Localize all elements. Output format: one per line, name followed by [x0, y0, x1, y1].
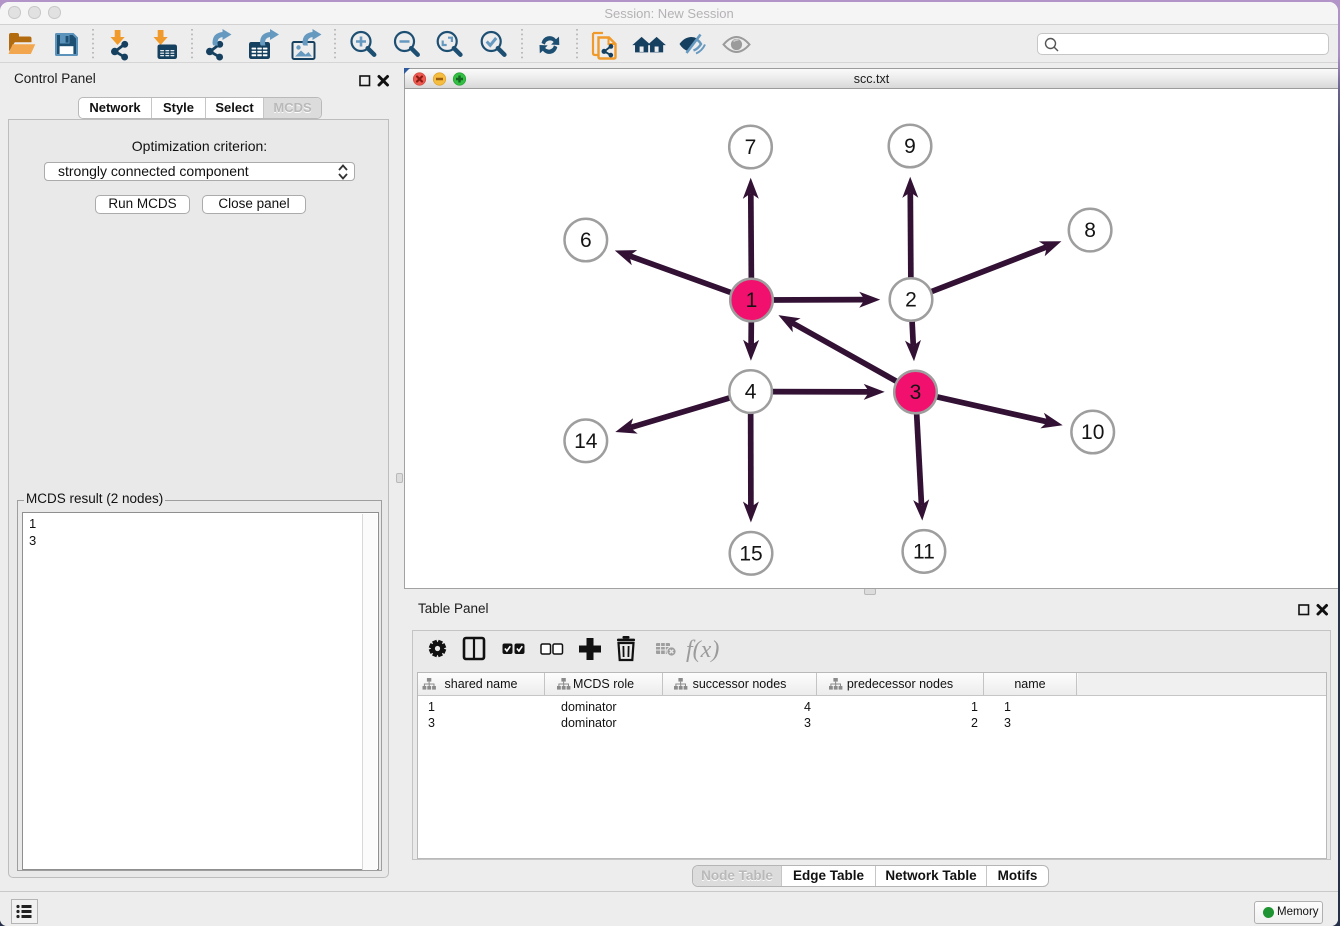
svg-text:10: 10	[1081, 421, 1104, 444]
svg-text:6: 6	[580, 229, 592, 252]
svg-text:9: 9	[904, 135, 916, 158]
svg-text:11: 11	[913, 540, 935, 563]
svg-text:7: 7	[745, 136, 757, 159]
svg-text:15: 15	[739, 542, 762, 565]
svg-text:3: 3	[910, 381, 922, 404]
svg-text:2: 2	[905, 289, 917, 312]
svg-text:4: 4	[745, 381, 757, 404]
svg-text:8: 8	[1084, 219, 1096, 242]
svg-text:14: 14	[574, 430, 598, 453]
svg-text:1: 1	[746, 289, 758, 312]
svg-text:f(x): f(x)	[686, 637, 719, 663]
